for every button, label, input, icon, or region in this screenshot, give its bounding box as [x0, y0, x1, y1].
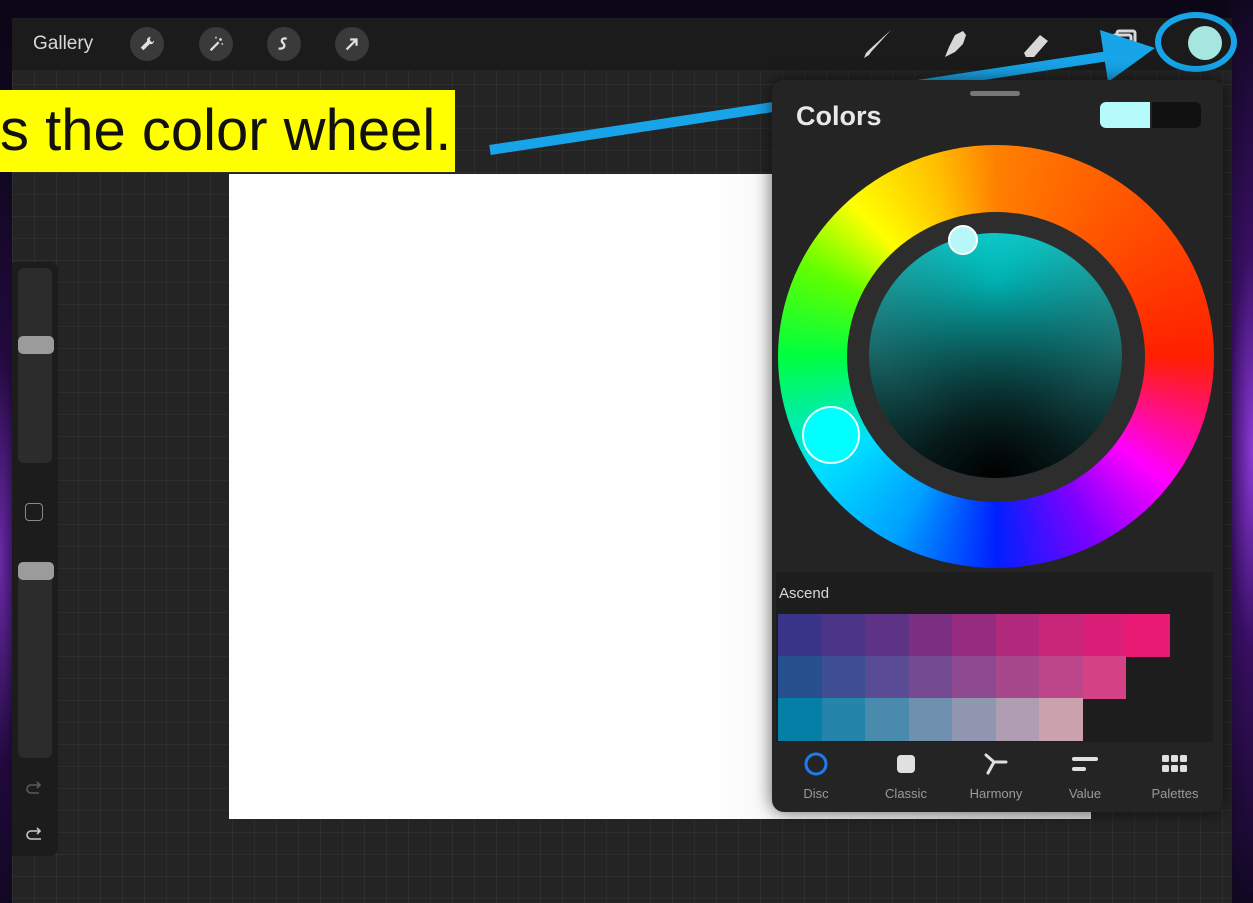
harmony-icon [984, 753, 1008, 775]
palette-swatch[interactable] [1039, 656, 1083, 699]
hue-knob[interactable] [802, 406, 860, 464]
tab-classic[interactable]: Classic [866, 750, 946, 806]
paint-button[interactable] [858, 24, 898, 64]
erase-button[interactable] [1016, 24, 1056, 64]
secondary-color-swatch[interactable] [1152, 102, 1201, 128]
tab-label: Classic [885, 786, 927, 801]
layers-icon [1111, 29, 1137, 55]
smudge-button[interactable] [934, 24, 974, 64]
saturation-brightness-disc[interactable] [869, 233, 1122, 478]
undo-icon[interactable] [25, 780, 45, 796]
palette-swatch[interactable] [952, 614, 996, 657]
palette-row [778, 656, 1126, 699]
opacity-slider[interactable] [18, 563, 52, 758]
brush-icon [864, 30, 891, 58]
wrench-icon [140, 36, 155, 51]
brush-size-slider[interactable] [18, 268, 52, 463]
palette-swatch[interactable] [778, 656, 822, 699]
selection-icon [278, 37, 287, 50]
palette-swatch[interactable] [995, 656, 1039, 699]
redo-icon[interactable] [25, 826, 45, 842]
selection-button[interactable] [267, 27, 301, 61]
panel-title: Colors [796, 101, 882, 131]
gallery-button[interactable]: Gallery [33, 33, 93, 55]
actions-button[interactable] [130, 27, 164, 61]
eraser-icon [1024, 35, 1048, 57]
palette-swatch[interactable] [952, 698, 996, 741]
tab-value[interactable]: Value [1045, 750, 1125, 806]
tab-label: Palettes [1151, 786, 1199, 801]
tab-label: Disc [803, 786, 829, 801]
saturation-knob[interactable] [948, 225, 978, 255]
palette-swatch[interactable] [1126, 614, 1170, 657]
palette-swatch[interactable] [865, 656, 909, 699]
palette-swatch[interactable] [821, 656, 865, 699]
palette-swatch[interactable] [821, 698, 865, 741]
palette-swatch[interactable] [1082, 614, 1126, 657]
palette-row [778, 698, 1083, 741]
disc-icon [804, 752, 828, 776]
palettes-grid-icon [1162, 755, 1187, 772]
palette-swatch[interactable] [865, 614, 909, 657]
opacity-thumb[interactable] [18, 562, 54, 580]
palette-swatch[interactable] [865, 698, 909, 741]
brush-size-thumb[interactable] [18, 336, 54, 354]
palette-swatch[interactable] [908, 656, 952, 699]
tab-label: Value [1068, 786, 1102, 801]
tab-label: Harmony [969, 786, 1023, 801]
primary-color-swatch[interactable] [1100, 102, 1150, 128]
tab-harmony[interactable]: Harmony [956, 750, 1036, 806]
transform-arrow-icon [345, 38, 358, 51]
tab-palettes[interactable]: Palettes [1135, 750, 1215, 806]
transform-button[interactable] [335, 27, 369, 61]
palette-row [778, 614, 1170, 657]
palette-swatch[interactable] [1039, 614, 1083, 657]
layers-button[interactable] [1102, 24, 1142, 64]
modify-button[interactable] [25, 503, 43, 521]
tab-disc[interactable]: Disc [776, 750, 856, 806]
palette-swatch[interactable] [1082, 656, 1126, 699]
palette-swatch[interactable] [908, 614, 952, 657]
palette-swatch[interactable] [821, 614, 865, 657]
palette-swatch[interactable] [778, 698, 822, 741]
adjustments-button[interactable] [199, 27, 233, 61]
palette-swatch[interactable] [995, 614, 1039, 657]
classic-square-icon [897, 755, 915, 773]
palette-swatch[interactable] [908, 698, 952, 741]
palette-name: Ascend [779, 585, 830, 602]
tutorial-caption: s the color wheel. [0, 90, 456, 172]
annotation-highlight-ring [1155, 12, 1237, 72]
palette-swatch[interactable] [1039, 698, 1083, 741]
palette-swatch[interactable] [952, 656, 996, 699]
smudge-icon [945, 31, 966, 57]
value-sliders-icon [1072, 757, 1098, 771]
palette-swatch[interactable] [778, 614, 822, 657]
palette-swatch[interactable] [995, 698, 1039, 741]
panel-grabber[interactable] [970, 91, 1020, 96]
magic-wand-icon [209, 36, 224, 52]
